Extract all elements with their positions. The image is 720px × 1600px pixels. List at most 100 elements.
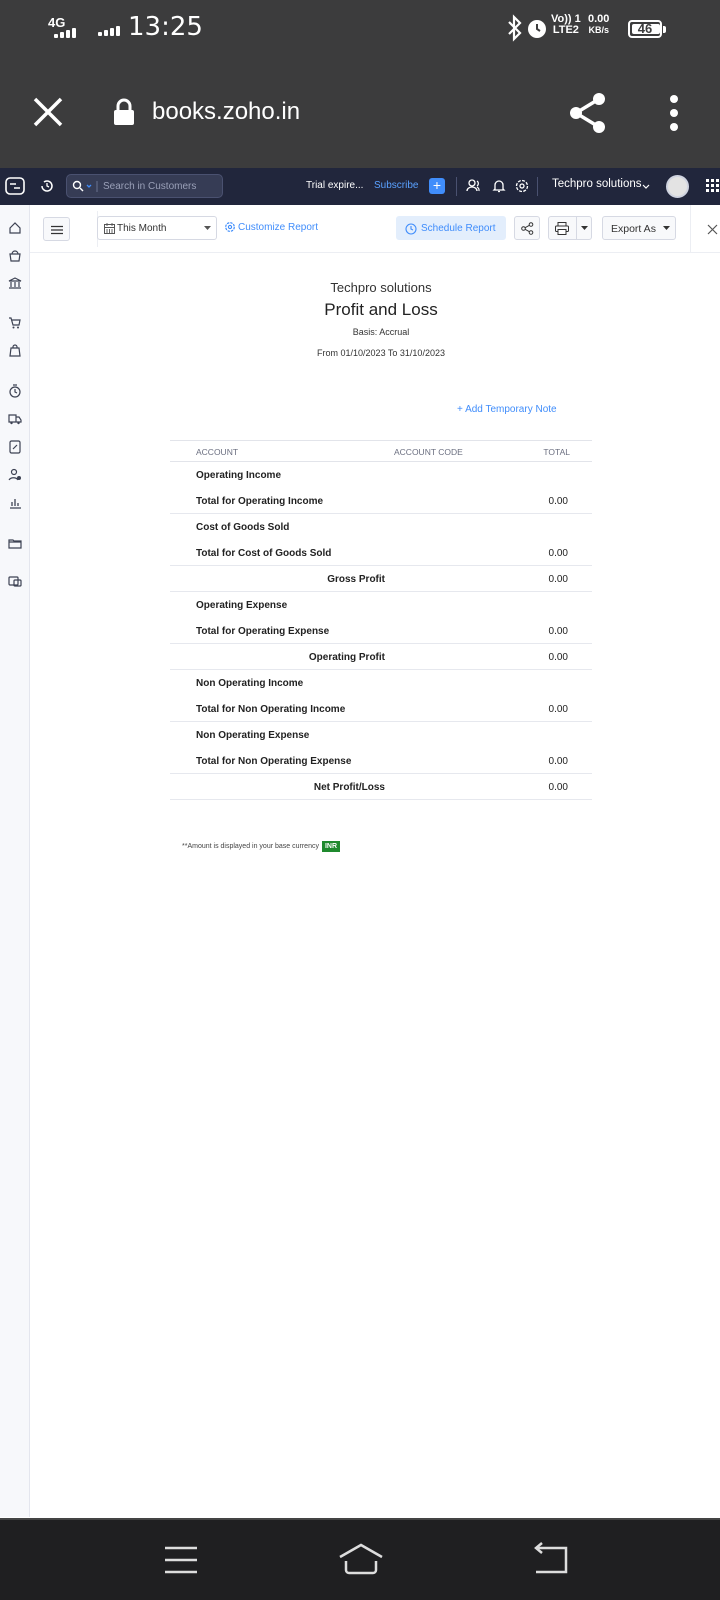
- row-label: Non Operating Expense: [196, 730, 310, 741]
- schedule-report-button[interactable]: Schedule Report: [396, 216, 506, 240]
- column-account: ACCOUNT: [196, 447, 239, 457]
- section-heading-row: Non Operating Expense: [170, 722, 592, 748]
- section-heading-row: Operating Expense: [170, 592, 592, 618]
- row-label: Operating Income: [196, 470, 282, 481]
- printer-icon: [555, 222, 569, 235]
- currency-note: **Amount is displayed in your base curre…: [182, 841, 341, 852]
- ewaybill-icon[interactable]: [8, 412, 22, 426]
- row-amount: 0.00: [548, 704, 568, 715]
- chevron-down-icon: [204, 226, 211, 230]
- app-header: Search in Customers Trial expire... Subs…: [0, 168, 720, 205]
- total-row[interactable]: Total for Operating Expense 0.00: [170, 618, 592, 644]
- summary-row: Net Profit/Loss 0.00: [170, 774, 592, 800]
- close-icon[interactable]: [707, 224, 718, 235]
- summary-row: Gross Profit 0.00: [170, 566, 592, 592]
- lock-icon[interactable]: [112, 97, 136, 127]
- row-label: Total for Cost of Goods Sold: [196, 548, 332, 559]
- row-label: Total for Non Operating Income: [196, 704, 346, 715]
- search-icon[interactable]: [72, 180, 98, 193]
- items-icon[interactable]: [8, 249, 22, 263]
- report-basis: Basis: Accrual: [352, 327, 410, 337]
- column-account-code: ACCOUNT CODE: [394, 447, 463, 457]
- total-row[interactable]: Total for Operating Income 0.00: [170, 488, 592, 514]
- documents-icon[interactable]: [8, 536, 22, 550]
- row-amount: 0.00: [548, 782, 568, 793]
- row-amount: 0.00: [548, 652, 568, 663]
- integrations-icon[interactable]: [8, 574, 22, 588]
- row-amount: 0.00: [548, 626, 568, 637]
- status-bar: 4G 13:25 Vo)) 1 LTE2 0.00 KB/s 46: [0, 0, 720, 58]
- currency-badge: INR: [321, 841, 341, 852]
- chevron-down-icon[interactable]: [642, 184, 650, 190]
- export-as-button[interactable]: Export As: [602, 216, 676, 240]
- row-label: Net Profit/Loss: [313, 782, 385, 793]
- row-label: Operating Profit: [308, 652, 385, 663]
- bluetooth-icon: [508, 14, 522, 42]
- divider: [690, 205, 691, 253]
- customize-report-link[interactable]: Customize Report: [238, 222, 318, 233]
- volte-indicator: Vo)) 1 LTE2: [551, 13, 581, 36]
- row-amount: 0.00: [548, 756, 568, 767]
- share-icon: [521, 222, 534, 235]
- table-body: Operating Income Total for Operating Inco…: [170, 462, 592, 800]
- period-select[interactable]: This Month: [97, 216, 217, 240]
- total-row[interactable]: Total for Cost of Goods Sold 0.00: [170, 540, 592, 566]
- alarm-icon: [528, 20, 546, 38]
- recents-menu-icon[interactable]: [163, 1545, 199, 1575]
- payroll-icon[interactable]: [8, 468, 22, 482]
- add-icon[interactable]: +: [429, 178, 445, 194]
- signal-icon-2: [98, 26, 120, 36]
- calendar-icon: [104, 223, 115, 234]
- subscribe-link[interactable]: Subscribe: [374, 180, 418, 191]
- share-button[interactable]: [514, 216, 540, 240]
- row-label: Operating Expense: [196, 600, 288, 611]
- time-tracking-icon[interactable]: [8, 384, 22, 398]
- customize-gear-icon[interactable]: [224, 221, 236, 233]
- row-label: Total for Operating Income: [196, 496, 324, 507]
- row-amount: 0.00: [548, 574, 568, 585]
- org-switcher[interactable]: Techpro solutions: [552, 178, 642, 190]
- signal-icon: [54, 28, 76, 38]
- more-vert-icon[interactable]: [668, 94, 680, 132]
- sidebar: [0, 205, 30, 1517]
- recent-icon[interactable]: [39, 178, 55, 194]
- row-label: Gross Profit: [327, 574, 385, 585]
- print-button[interactable]: [548, 216, 592, 240]
- share-icon[interactable]: [568, 92, 608, 134]
- row-label: Total for Operating Expense: [196, 626, 330, 637]
- gear-icon[interactable]: [514, 178, 530, 194]
- chevron-down-icon: [581, 226, 588, 230]
- home-icon[interactable]: [8, 221, 22, 235]
- back-nav-icon[interactable]: [530, 1542, 570, 1576]
- home-nav-icon[interactable]: [337, 1542, 385, 1576]
- users-icon[interactable]: [466, 178, 482, 194]
- apps-grid-icon[interactable]: [706, 179, 720, 193]
- report-title: Profit and Loss: [324, 300, 438, 319]
- row-label: Non Operating Income: [196, 678, 304, 689]
- data-speed: 0.00 KB/s: [588, 13, 610, 36]
- add-temporary-note-link[interactable]: + Add Temporary Note: [457, 404, 557, 415]
- search-input[interactable]: Search in Customers: [66, 174, 223, 198]
- row-label: Cost of Goods Sold: [196, 522, 290, 533]
- reports-icon[interactable]: [8, 496, 22, 510]
- column-total: TOTAL: [543, 447, 570, 457]
- chevron-down-icon: [663, 226, 670, 230]
- url-text[interactable]: books.zoho.in: [152, 98, 300, 126]
- search-placeholder: Search in Customers: [103, 181, 197, 192]
- report-org-name: Techpro solutions: [330, 280, 432, 295]
- app-logo-icon[interactable]: [4, 175, 26, 197]
- accountant-icon[interactable]: [8, 440, 22, 454]
- bell-icon[interactable]: [491, 178, 507, 194]
- table-header: ACCOUNT ACCOUNT CODE TOTAL: [170, 440, 592, 462]
- total-row[interactable]: Total for Non Operating Expense 0.00: [170, 748, 592, 774]
- total-row[interactable]: Total for Non Operating Income 0.00: [170, 696, 592, 722]
- menu-button[interactable]: [43, 217, 70, 241]
- trial-status[interactable]: Trial expire...: [306, 180, 363, 191]
- close-icon[interactable]: [32, 96, 64, 128]
- avatar[interactable]: [666, 175, 689, 198]
- row-amount: 0.00: [548, 548, 568, 559]
- row-amount: 0.00: [548, 496, 568, 507]
- summary-row: Operating Profit 0.00: [170, 644, 592, 670]
- period-label: This Month: [117, 223, 167, 234]
- section-heading-row: Cost of Goods Sold: [170, 514, 592, 540]
